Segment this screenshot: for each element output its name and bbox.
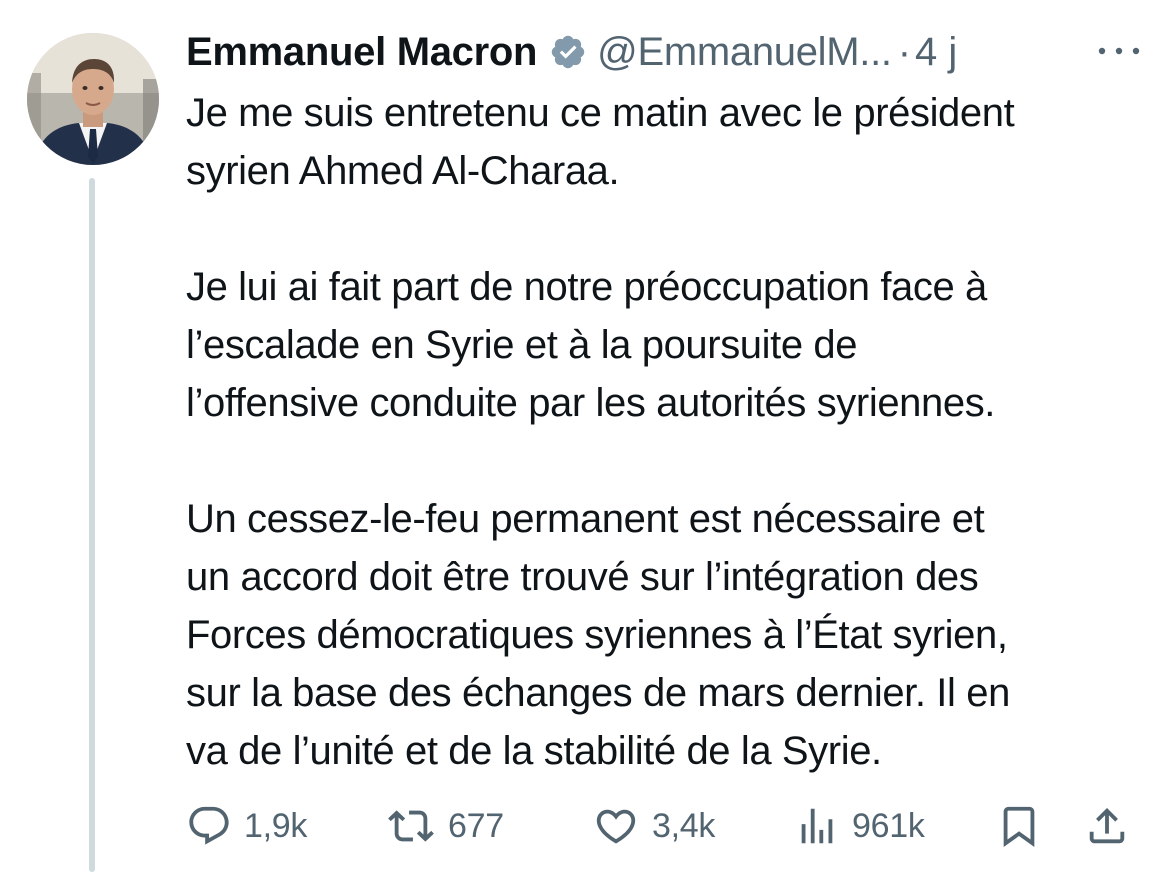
avatar-photo [27,33,159,165]
views-button[interactable]: 961k [794,800,925,852]
thread-line [89,178,95,872]
tweet-line: va de l’unité et de la stabilité de la S… [186,729,882,773]
like-count: 3,4k [652,806,716,845]
tweet-paragraph: Je me suis entretenu ce matin avec le pr… [186,84,1156,200]
like-button[interactable]: 3,4k [592,800,715,852]
action-bar: 1,9k 677 3,4k 961k [186,800,1136,852]
tweet-line: un accord doit être trouvé sur l’intégra… [186,555,979,599]
handle[interactable]: @EmmanuelM... [597,30,892,75]
tweet-paragraph: Je lui ai fait part de notre préoccupati… [186,258,1156,432]
repost-button[interactable]: 677 [386,800,504,852]
reply-count: 1,9k [244,806,308,845]
repost-icon [386,803,436,849]
views-icon [794,803,840,849]
tweet-line: syrien Ahmed Al-Charaa. [186,149,620,193]
reply-icon [186,803,232,849]
views-count: 961k [852,806,925,845]
tweet-text: Je me suis entretenu ce matin avec le pr… [186,84,1156,780]
avatar[interactable] [27,33,159,165]
tweet-line: Je lui ai fait part de notre préoccupati… [186,265,987,309]
repost-count: 677 [448,806,504,845]
tweet-line: sur la base des échanges de mars dernier… [186,671,1010,715]
reply-button[interactable]: 1,9k [186,800,307,852]
share-icon [1084,803,1130,849]
tweet-line: l’escalade en Syrie et à la poursuite de [186,323,858,367]
tweet-line: l’offensive conduite par les autorités s… [186,381,996,425]
tweet-paragraph: Un cessez-le-feu permanent est nécessair… [186,490,1156,780]
bookmark-button[interactable] [996,800,1042,852]
tweet-line: Un cessez-le-feu permanent est nécessair… [186,497,985,541]
tweet-line: Je me suis entretenu ce matin avec le pr… [186,91,1015,135]
display-name[interactable]: Emmanuel Macron [186,30,537,75]
bookmark-icon [996,803,1042,849]
tweet[interactable]: Emmanuel Macron @EmmanuelM... · 4 j Je m… [0,0,1169,872]
more-options-icon[interactable] [1094,36,1144,66]
tweet-header: Emmanuel Macron @EmmanuelM... · 4 j [186,26,957,78]
separator-dot: · [897,29,912,74]
like-icon [592,803,640,849]
tweet-line: Forces démocratiques syriennes à l’État … [186,613,1008,657]
share-button[interactable] [1084,800,1130,852]
timestamp[interactable]: 4 j [915,30,957,75]
verified-badge-icon[interactable] [549,33,587,71]
